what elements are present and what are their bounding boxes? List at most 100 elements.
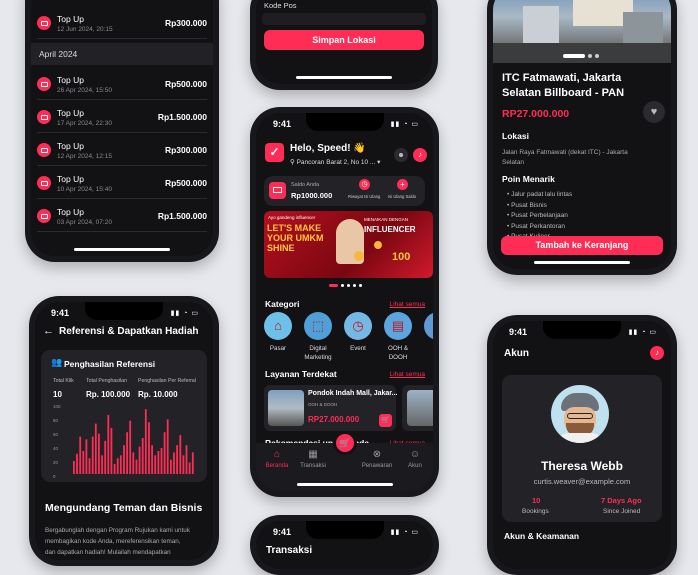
chart-bar bbox=[182, 455, 185, 474]
location-address: Jalan Raya Fatmawati (dekat ITC) - Jakar… bbox=[502, 149, 628, 166]
referral-title: Referensi & Dapatkan Hadiah bbox=[59, 326, 199, 337]
invite-body: Bergabunglah dengan Program Rujukan kami… bbox=[45, 525, 190, 558]
transaction-date: 10 Apr 2024, 15:40 bbox=[57, 185, 112, 193]
status-time: 9:41 bbox=[273, 119, 292, 129]
center-cart-button[interactable]: 🛒 bbox=[333, 431, 357, 455]
point-item: • Jalur padat lalu lintas bbox=[507, 191, 573, 198]
notification-bell-icon[interactable]: ♪ bbox=[413, 148, 427, 162]
wallet-icon bbox=[37, 209, 51, 223]
point-text: Pusat Perbelanjaan bbox=[511, 212, 568, 219]
wallet-icon bbox=[37, 16, 51, 30]
transaction-date: 26 Apr 2024, 15:50 bbox=[57, 86, 112, 94]
nearby-card-2[interactable] bbox=[402, 385, 433, 431]
back-arrow-icon[interactable]: ← bbox=[43, 325, 54, 337]
avatar bbox=[551, 385, 610, 443]
current-location[interactable]: ⚲ Pancoran Barat 2, No 10 ... ▾ bbox=[290, 158, 380, 166]
ooh-dooh-icon[interactable]: ▤ bbox=[384, 312, 412, 340]
transaction-title: Top Up bbox=[57, 13, 84, 24]
account-screen: 9:41 ▮▮ ◔ ▭ Akun ♪ Theresa Webb curtis.w… bbox=[493, 321, 671, 569]
carousel-dots bbox=[329, 284, 362, 287]
chart-bar bbox=[129, 420, 132, 474]
transaction-row[interactable]: Top Up 12 Apr 2024, 12:15 Rp300.000 bbox=[37, 135, 207, 166]
chart-bar bbox=[73, 461, 75, 474]
chart-bar bbox=[154, 455, 157, 474]
form-phone: Kode Pos Simpan Lokasi bbox=[250, 0, 438, 90]
chart-bar bbox=[101, 455, 103, 474]
event-icon[interactable]: ◷ bbox=[344, 312, 372, 340]
postal-code-input[interactable] bbox=[262, 13, 426, 25]
transaction-amount: Rp500.000 bbox=[164, 79, 207, 89]
category-see-all-link[interactable]: Lihat semua bbox=[390, 301, 425, 308]
y-tick-label: 60 bbox=[53, 432, 59, 437]
wallet-icon bbox=[37, 77, 51, 91]
nav-item[interactable]: ⌂ Beranda bbox=[260, 449, 294, 469]
stat-label: Total Klik bbox=[53, 378, 74, 384]
billboard-photo bbox=[493, 0, 671, 63]
notification-bell-icon[interactable]: ♪ bbox=[650, 346, 664, 360]
nearby-see-all-link[interactable]: Lihat semua bbox=[390, 371, 425, 378]
digital-marketing-icon[interactable]: ⬚ bbox=[304, 312, 332, 340]
invite-body-line-2: membagikan kode Anda, mereferensikan tem… bbox=[45, 538, 181, 545]
transaction-date: 12 Apr 2024, 12:15 bbox=[57, 152, 112, 160]
chart-bar bbox=[188, 462, 191, 474]
toggle-dot-icon[interactable] bbox=[394, 148, 408, 162]
chart-bar bbox=[135, 459, 138, 474]
nearby-card[interactable]: Pondok Indah Mall, Jakar... OOH & DOOH R… bbox=[264, 385, 397, 431]
chart-bar bbox=[170, 459, 172, 474]
transaction-row[interactable]: Top Up 17 Apr 2024, 22:30 Rp1.500.000 bbox=[37, 102, 207, 133]
nav-item[interactable]: ⊗ Penawaran bbox=[360, 449, 394, 469]
greeting: Helo, Speed! 👋 bbox=[290, 143, 366, 154]
chart-bar bbox=[94, 423, 97, 474]
chart-bar bbox=[116, 458, 119, 474]
more-category-icon[interactable] bbox=[424, 312, 433, 340]
status-icons: ▮▮ ◔ ▭ bbox=[390, 529, 419, 536]
stat-label: Penghasilan Per Referral bbox=[138, 378, 196, 384]
invite-headline: Mengundang Teman dan Bisnis bbox=[45, 502, 203, 514]
save-location-button[interactable]: Simpan Lokasi bbox=[264, 30, 424, 50]
stat-value: Rp. 100.000 bbox=[86, 390, 131, 399]
chart-bar bbox=[126, 432, 128, 474]
referral-screen: 9:41 ▮▮ ◔ ▭ ← Referensi & Dapatkan Hadia… bbox=[35, 302, 213, 560]
security-section-heading: Akun & Keamanan bbox=[504, 531, 580, 541]
chart-bar bbox=[176, 445, 178, 474]
promo-banner[interactable]: Ayo gandeng influencer LET'S MAKE YOUR U… bbox=[264, 211, 433, 278]
app-logo: ✓ bbox=[265, 143, 284, 162]
category-label: Pasar bbox=[269, 345, 287, 352]
referral-phone: 9:41 ▮▮ ◔ ▭ ← Referensi & Dapatkan Hadia… bbox=[29, 296, 219, 566]
transaction-row[interactable]: Top Up 10 Apr 2024, 15:40 Rp500.000 bbox=[37, 168, 207, 199]
add-cart-icon[interactable]: 🛒 bbox=[379, 414, 392, 427]
history-screen: Top Up 12 Jun 2024, 20:15 Rp300.000 April… bbox=[31, 0, 213, 256]
nav-item[interactable]: ☺ Akun bbox=[398, 449, 432, 469]
transaction-title: Top Up bbox=[57, 140, 84, 151]
since-joined-label: Since Joined bbox=[603, 508, 641, 515]
home-indicator bbox=[74, 248, 170, 251]
y-tick-label: 40 bbox=[53, 446, 59, 451]
transaction-row[interactable]: Top Up 03 Apr 2024, 07:20 Rp1.500.000 bbox=[37, 201, 207, 232]
wallet-icon bbox=[37, 176, 51, 190]
profile-name: Theresa Webb bbox=[541, 459, 623, 473]
transaction-row[interactable]: Top Up 12 Jun 2024, 20:15 Rp300.000 bbox=[37, 8, 207, 39]
home-phone: 9:41 ▮▮ ◔ ▭ ✓ Helo, Speed! 👋 ⚲ Pancoran … bbox=[250, 107, 439, 497]
favorite-heart-icon[interactable]: ♥ bbox=[643, 101, 665, 123]
chart-bar bbox=[85, 439, 88, 474]
history-icon[interactable]: ◷ bbox=[359, 179, 370, 190]
bookings-value: 10 bbox=[532, 496, 541, 505]
notch bbox=[305, 113, 384, 131]
account-nav-icon: ☺ bbox=[409, 449, 421, 460]
transaction-title: Top Up bbox=[57, 74, 84, 85]
transaction-row[interactable]: Top Up 26 Apr 2024, 15:50 Rp500.000 bbox=[37, 69, 207, 100]
history-label: Riwayat Isi Ulang bbox=[348, 194, 381, 199]
point-item: • Pusat Perkantoran bbox=[507, 222, 565, 230]
transaction-title: Top Up bbox=[57, 206, 84, 217]
add-to-cart-button[interactable]: Tambah ke Keranjang bbox=[501, 236, 663, 255]
wallet-icon bbox=[37, 143, 51, 157]
transaction-date: 12 Jun 2024, 20:15 bbox=[57, 25, 113, 33]
chart-bar bbox=[191, 452, 194, 474]
market-icon[interactable]: ⌂ bbox=[264, 312, 292, 340]
billboard-price: RP27.000.000 bbox=[502, 108, 570, 120]
nav-item[interactable]: ▦ Transaksi bbox=[296, 449, 330, 469]
chart-bar bbox=[79, 436, 82, 474]
account-title: Akun bbox=[504, 348, 529, 359]
location-text: Pancoran Barat 2, No 10 ... bbox=[296, 159, 376, 166]
topup-plus-icon[interactable]: + bbox=[397, 179, 408, 190]
